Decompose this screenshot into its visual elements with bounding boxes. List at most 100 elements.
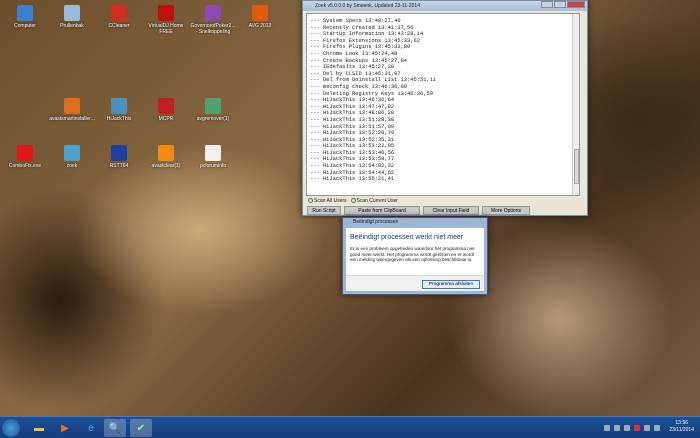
desktop-icon-label: VirtualDJ Home FREE: [148, 23, 184, 35]
program-icon: [158, 5, 174, 21]
log-line: --- HiJackThis 13:51:57,09: [310, 123, 395, 130]
desktop-icon[interactable]: ComboFix.exe: [2, 145, 48, 169]
action-center-icon[interactable]: [634, 425, 640, 431]
program-icon: [17, 5, 33, 21]
log-line: --- HiJackThis 13:52:20,79: [310, 130, 395, 137]
program-icon: [64, 5, 80, 21]
close-button[interactable]: [567, 1, 585, 8]
log-line: --- Recently Created 13:41:37,56: [310, 24, 414, 31]
error-taskbar-icon[interactable]: ✔: [130, 419, 152, 437]
explorer-taskbar-icon[interactable]: ▬: [28, 419, 50, 437]
log-line: --- HiJackThis 13:46:36,64: [310, 97, 395, 104]
tray-icon[interactable]: [614, 425, 620, 431]
maximize-button[interactable]: [554, 1, 566, 8]
program-icon: [158, 145, 174, 161]
internet-explorer-taskbar-icon[interactable]: e: [80, 419, 102, 437]
desktop-icon[interactable]: MCPR: [143, 98, 189, 122]
log-line: --- Firefox Extensions 13:45:33,62: [310, 37, 420, 44]
log-scrollbar[interactable]: [572, 14, 579, 195]
log-line: --- HiJackThis 13:55:21,41: [310, 176, 395, 183]
program-icon: [252, 5, 268, 21]
program-icon: [205, 5, 221, 21]
program-icon: [111, 145, 127, 161]
zoek-title: Zoek v5.0.0.0 by Smeenk. Updated 23-11-2…: [315, 3, 420, 9]
program-icon: [64, 98, 80, 114]
desktop-icon-label: avgremover(1): [196, 116, 230, 122]
log-line: --- Firefox Plugins 13:45:33,80: [310, 44, 411, 51]
log-line: --- HiJackThis 13:51:28,38: [310, 116, 395, 123]
scan-all-users-radio[interactable]: Scan All Users: [308, 198, 347, 204]
more-options-button[interactable]: More Options: [482, 206, 530, 215]
dialog-title: Beëindigt processen: [353, 219, 399, 225]
log-line: --- Create Backups 13:45:27,04: [310, 57, 408, 64]
desktop-icon[interactable]: VirtualDJ Home FREE: [143, 5, 189, 35]
desktop-icon[interactable]: GovernorofPoker2... - Snelkoppeling: [190, 5, 236, 35]
log-line: --- HiJackThis 13:53:58,77: [310, 156, 395, 163]
desktop-icon-label: CCleaner: [108, 23, 130, 29]
taskbar: ▬ ▶ e 🔍 ✔ 13:56 23/11/2014: [0, 416, 700, 438]
desktop-icon-label: GovernorofPoker2... - Snelkoppeling: [190, 23, 236, 35]
log-line: --- Deleting Registry Keys 13:46:36,59: [310, 90, 433, 97]
program-icon: [64, 145, 80, 161]
desktop-icon-label: Computer: [14, 23, 36, 29]
zoek-log-textarea[interactable]: --- System Specs 13:40:27,40 --- Recently…: [306, 13, 580, 196]
desktop-icon-label: avastclear(1): [151, 163, 181, 169]
desktop-icon-label: MCPR: [158, 116, 174, 122]
log-line: --- HiJackThis 13:52:35,31: [310, 136, 395, 143]
desktop-icon[interactable]: pcforuminfo: [190, 145, 236, 169]
log-line: --- Chrome Look 13:45:24,48: [310, 50, 398, 57]
desktop-icon[interactable]: avgremover(1): [190, 98, 236, 122]
desktop-icon-label: zoek: [66, 163, 78, 169]
log-line: --- StartUp Information 13:43:28,14: [310, 31, 424, 38]
dialog-message: Er is een probleem opgetreden waardoor h…: [350, 246, 475, 263]
zoek-taskbar-icon[interactable]: 🔍: [104, 419, 126, 437]
log-line: --- HiJackThis 13:47:47,82: [310, 103, 395, 110]
log-line: --- System Specs 13:40:27,40: [310, 18, 401, 24]
tray-icon[interactable]: [604, 425, 610, 431]
clear-input-field-button[interactable]: Clear Input Field: [423, 206, 479, 215]
log-line: --- Del from Uninstall List 13:45:51,11: [310, 77, 437, 84]
desktop-icon-label: AVG 2013: [248, 23, 272, 29]
desktop-icon[interactable]: Computer: [2, 5, 48, 29]
desktop-icon-label: Prullenbak: [60, 23, 84, 29]
start-button[interactable]: [2, 419, 20, 437]
program-icon: [205, 145, 221, 161]
zoek-window: Zoek v5.0.0.0 by Smeenk. Updated 23-11-2…: [302, 0, 588, 216]
log-line: --- HiJackThis 13:48:06,20: [310, 110, 395, 117]
zoek-title-bar[interactable]: Zoek v5.0.0.0 by Smeenk. Updated 23-11-2…: [303, 1, 587, 11]
desktop-icon[interactable]: avastclear(1): [143, 145, 189, 169]
desktop-icon-label: RSTT64: [109, 163, 129, 169]
media-player-taskbar-icon[interactable]: ▶: [54, 419, 76, 437]
run-script-button[interactable]: Run Script: [307, 206, 341, 215]
desktop-icon[interactable]: AVG 2013: [237, 5, 283, 29]
network-icon[interactable]: [644, 425, 650, 431]
program-icon: [158, 98, 174, 114]
close-program-button[interactable]: Programma afsluiten: [422, 280, 480, 289]
scan-current-user-radio[interactable]: Scan Current User: [350, 198, 398, 204]
log-line: --- IEdefaults 13:45:27,20: [310, 64, 395, 71]
desktop-icon-label: HiJackThis: [106, 116, 132, 122]
desktop-icon-label: avastsmartinstaller...: [49, 116, 95, 122]
desktop-icon[interactable]: RSTT64: [96, 145, 142, 169]
volume-icon[interactable]: [654, 425, 660, 431]
clock[interactable]: 13:56 23/11/2014: [669, 420, 694, 434]
log-line: --- Del by CLSID 13:45:31,07: [310, 70, 401, 77]
log-line: --- HiJackThis 13:54:02,32: [310, 163, 395, 170]
error-dialog: Beëindigt processen Beëindigt processen …: [342, 217, 488, 295]
program-icon: [17, 145, 33, 161]
desktop-icon[interactable]: HiJackThis: [96, 98, 142, 122]
log-line: --- HiJackThis 13:53:46,56: [310, 149, 395, 156]
log-line: --- HiJackThis 13:54:44,62: [310, 169, 395, 176]
desktop-icon-label: pcforuminfo: [199, 163, 227, 169]
log-line: --- msconfig check 13:46:36,09: [310, 83, 408, 90]
paste-from-clipboard-button[interactable]: Paste from ClipBoard: [344, 206, 420, 215]
desktop-icon[interactable]: CCleaner: [96, 5, 142, 29]
dialog-heading: Beëindigt processen werkt niet meer: [350, 234, 464, 241]
minimize-button[interactable]: [541, 1, 553, 8]
desktop-icon[interactable]: zoek: [49, 145, 95, 169]
program-icon: [111, 98, 127, 114]
tray-icon[interactable]: [624, 425, 630, 431]
desktop-icon[interactable]: Prullenbak: [49, 5, 95, 29]
program-icon: [111, 5, 127, 21]
desktop-icon[interactable]: avastsmartinstaller...: [49, 98, 95, 122]
